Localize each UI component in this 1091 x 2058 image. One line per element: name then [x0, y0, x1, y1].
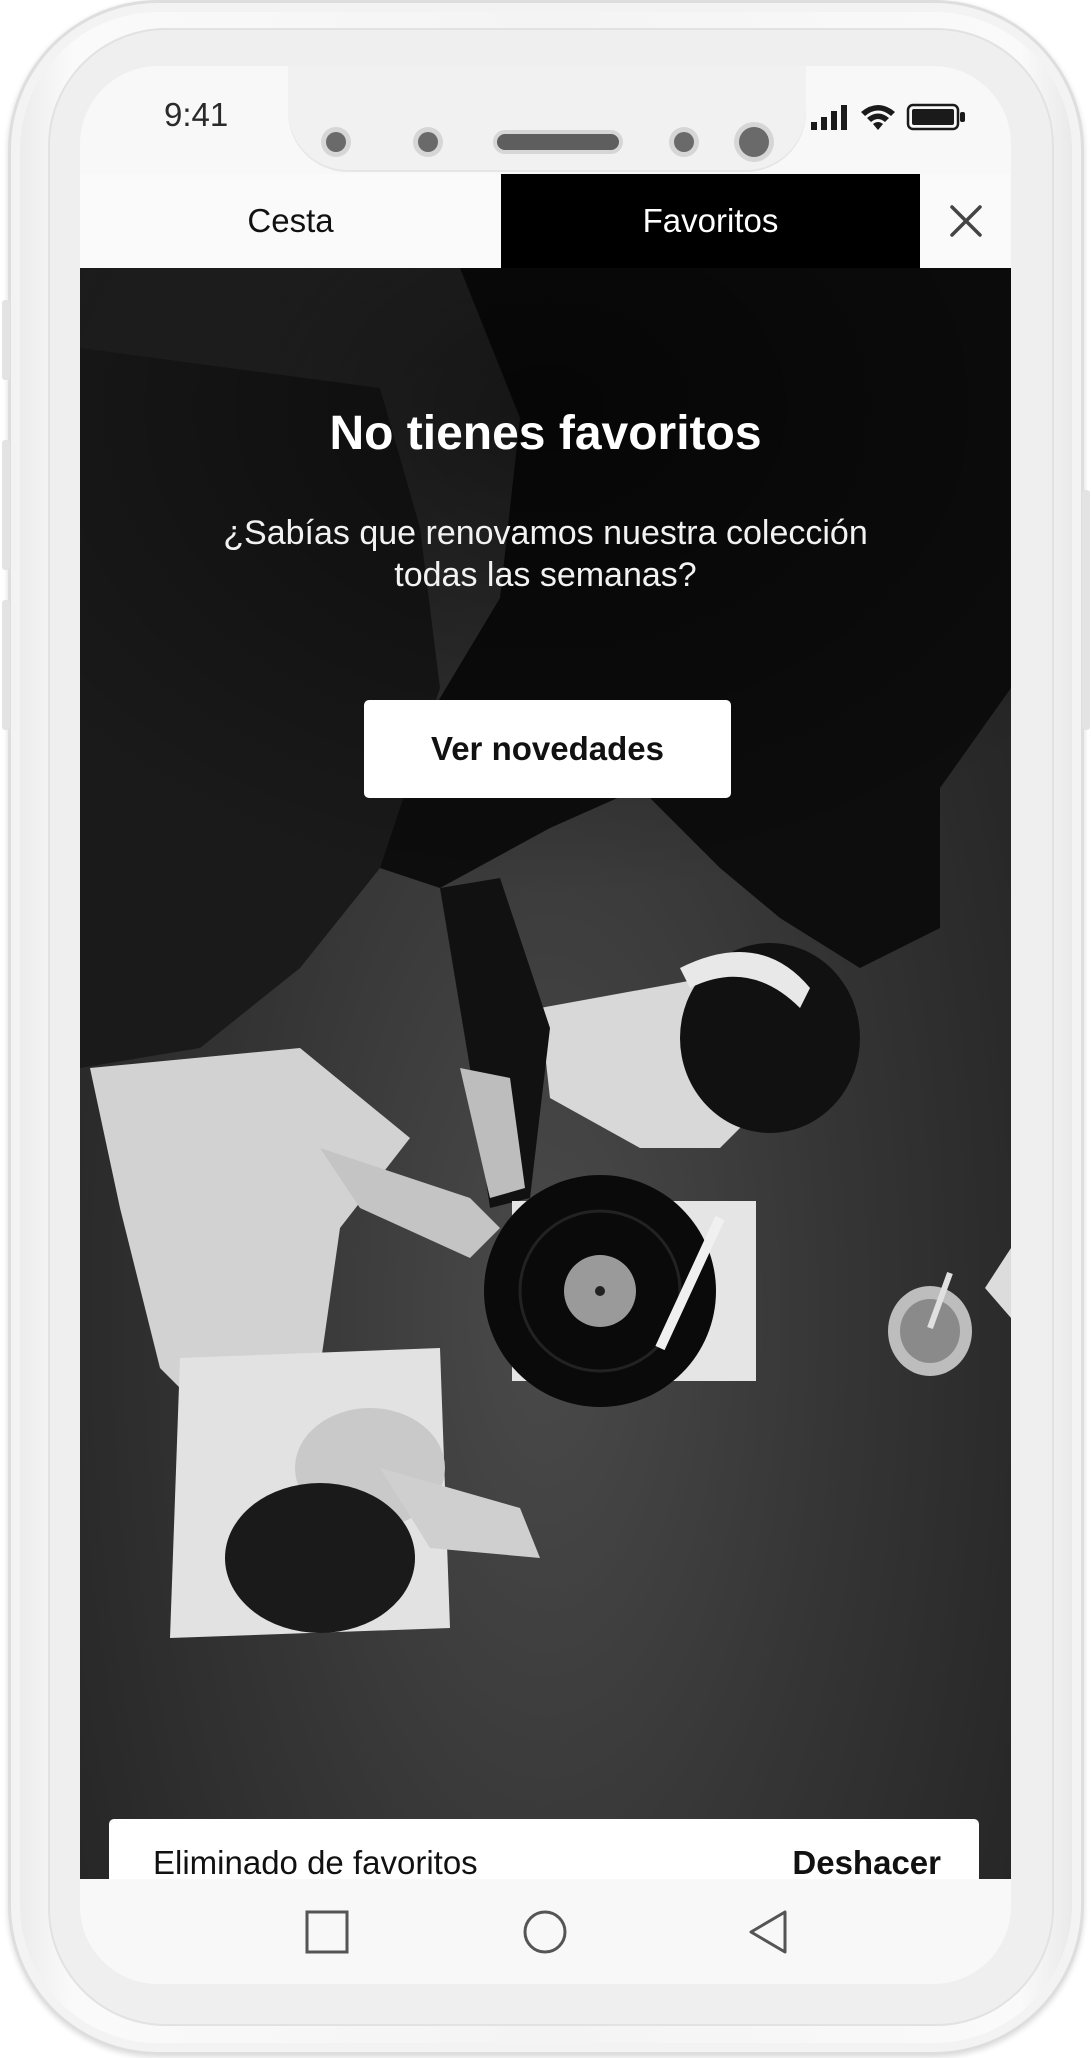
- android-nav-bar: [80, 1879, 1011, 1984]
- status-icons: [811, 102, 971, 132]
- stage: 9:41 Cesta Favoritos No tienes favoritos…: [0, 0, 1091, 2058]
- phone-screen: 9:41 Cesta Favoritos No tienes favoritos…: [80, 66, 1011, 1984]
- snackbar: Eliminado de favoritos Deshacer: [109, 1819, 979, 1879]
- close-icon: [949, 205, 982, 237]
- phone-side-button: [2, 300, 10, 380]
- camera-icon: [739, 127, 769, 157]
- home-circle-icon[interactable]: [520, 1907, 570, 1957]
- battery-icon: [906, 103, 965, 131]
- sensor-icon: [418, 132, 438, 152]
- sensor-icon: [674, 132, 694, 152]
- sensor-icon: [326, 132, 346, 152]
- snackbar-message: Eliminado de favoritos: [153, 1844, 478, 1879]
- recents-square-icon[interactable]: [302, 1907, 352, 1957]
- phone-side-button: [2, 440, 10, 570]
- wifi-icon: [861, 105, 895, 130]
- notch: [288, 66, 806, 172]
- speaker-grille: [497, 134, 619, 150]
- empty-state-text: ¿Sabías que renovamos nuestra colección …: [223, 514, 868, 594]
- undo-button[interactable]: Deshacer: [792, 1819, 941, 1879]
- tab-bar: Cesta Favoritos: [80, 174, 1011, 268]
- tab-favoritos[interactable]: Favoritos: [501, 174, 920, 268]
- status-time: 9:41: [164, 96, 229, 133]
- back-triangle-icon[interactable]: [743, 1907, 793, 1957]
- phone-side-button: [1082, 490, 1090, 730]
- signal-icon: [811, 105, 847, 130]
- status-bar: 9:41: [80, 66, 1011, 174]
- view-new-arrivals-button[interactable]: Ver novedades: [364, 700, 731, 798]
- tab-cesta[interactable]: Cesta: [80, 174, 501, 268]
- close-button[interactable]: [920, 174, 1011, 268]
- background-photo: [80, 268, 1011, 1638]
- favorites-empty-state: No tienes favoritos ¿Sabías que renovamo…: [80, 268, 1011, 1879]
- phone-side-button: [2, 600, 10, 730]
- empty-state-title: No tienes favoritos: [329, 407, 762, 460]
